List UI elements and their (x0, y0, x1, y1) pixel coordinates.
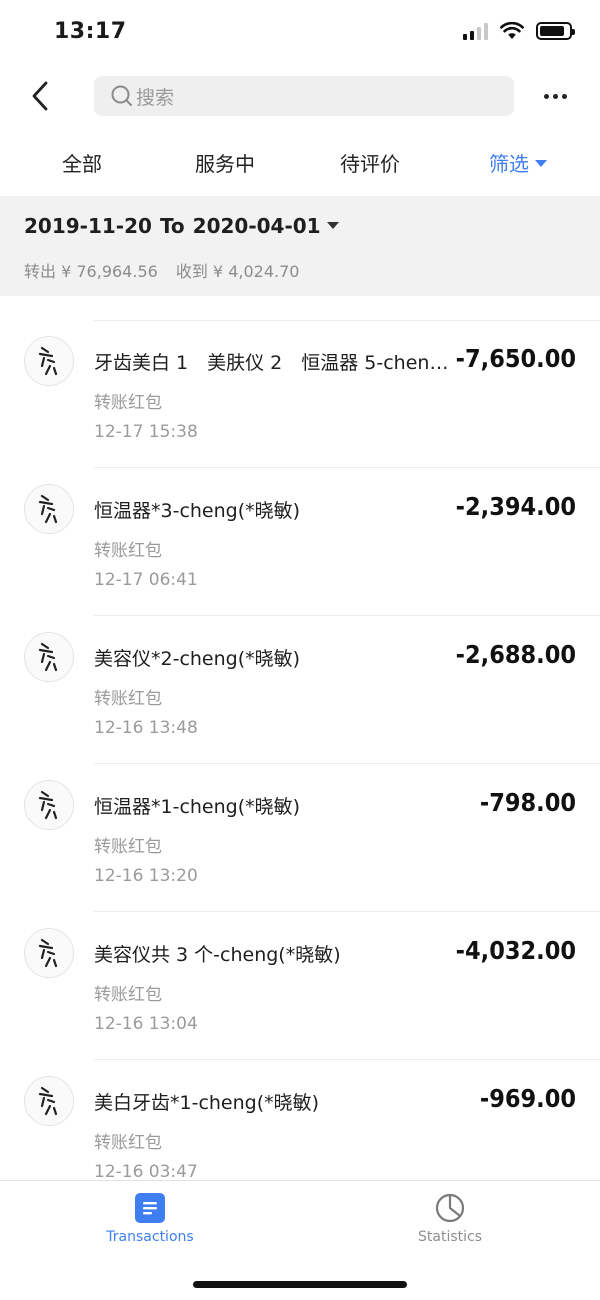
transaction-row[interactable]: 美白牙齿*1-cheng(*晓敏) 转账红包 12-16 03:47 -969.… (0, 1060, 600, 1180)
out-amount: ¥ 76,964.56 (61, 262, 158, 281)
transaction-row[interactable]: 牙齿美白 1 美肤仪 2 恒温器 5-cheng(*晓敏) 转账红包 12-17… (0, 320, 600, 468)
transaction-type: 转账红包 (94, 837, 162, 857)
in-amount: ¥ 4,024.70 (212, 262, 300, 281)
transaction-amount: -7,650.00 (455, 344, 576, 373)
avatar (24, 780, 74, 830)
in-label: 收到 (175, 262, 208, 281)
avatar (24, 632, 74, 682)
transaction-title: 美白牙齿*1-cheng(*晓敏) (94, 1092, 320, 1114)
status-icons (463, 22, 575, 40)
out-label: 转出 (24, 262, 57, 281)
tab-in-service[interactable]: 服务中 (195, 148, 255, 177)
tab-statistics-label: Statistics (418, 1229, 482, 1245)
search-placeholder: 搜索 (136, 86, 175, 109)
transactions-icon (135, 1193, 165, 1223)
caret-down-icon (535, 160, 547, 167)
status-bar: 13:17 (0, 0, 600, 64)
tab-transactions[interactable]: Transactions (75, 1193, 225, 1245)
chevron-left-icon (32, 81, 48, 111)
home-indicator (193, 1281, 407, 1288)
end-date: 2020-04-01 (192, 214, 321, 238)
start-date: 2019-11-20 (24, 214, 152, 238)
transaction-amount: -2,688.00 (455, 640, 576, 669)
tab-statistics[interactable]: Statistics (375, 1193, 525, 1245)
transaction-type: 转账红包 (94, 541, 162, 561)
transaction-title: 美容仪共 3 个-cheng(*晓敏) (94, 944, 341, 966)
transaction-time: 12-16 13:48 (94, 718, 198, 738)
tab-transactions-label: Transactions (106, 1229, 194, 1245)
transaction-title: 恒温器*1-cheng(*晓敏) (94, 796, 301, 818)
search-input[interactable]: 搜索 (94, 76, 514, 116)
caret-down-icon (326, 222, 339, 229)
summary-panel: 2019-11-20 To 2020-04-01 转出 ¥ 76,964.56 收到 … (0, 196, 600, 296)
status-time: 13:17 (54, 19, 127, 44)
transaction-time: 12-17 06:41 (94, 570, 198, 590)
transaction-row[interactable]: 恒温器*1-cheng(*晓敏) 转账红包 12-16 13:20 -798.0… (0, 764, 600, 912)
tab-all[interactable]: 全部 (62, 148, 102, 177)
battery-icon (536, 22, 575, 40)
more-horizontal-icon (543, 93, 549, 99)
tab-pending-review[interactable]: 待评价 (340, 148, 400, 177)
transaction-time: 12-16 13:04 (94, 1014, 198, 1034)
transaction-type: 转账红包 (94, 985, 162, 1005)
transaction-amount: -969.00 (479, 1084, 576, 1113)
transaction-row[interactable]: 恒温器*3-cheng(*晓敏) 转账红包 12-17 06:41 -2,394… (0, 468, 600, 616)
battery-level (540, 26, 564, 36)
transaction-list: 牙齿美白 1 美肤仪 2 恒温器 5-cheng(*晓敏) 转账红包 12-17… (0, 320, 600, 1180)
transaction-type: 转账红包 (94, 393, 162, 413)
tab-filter-label: 筛选 (489, 152, 529, 176)
tab-filter[interactable]: 筛选 (489, 148, 547, 177)
search-icon (111, 85, 132, 106)
transaction-row[interactable]: 美容仪共 3 个-cheng(*晓敏) 转账红包 12-16 13:04 -4,… (0, 912, 600, 1060)
transaction-time: 12-17 15:38 (94, 422, 198, 442)
transaction-title: 牙齿美白 1 美肤仪 2 恒温器 5-cheng(*晓敏) (94, 352, 452, 374)
totals: 转出 ¥ 76,964.56 收到 ¥ 4,024.70 (24, 258, 299, 282)
transaction-amount: -4,032.00 (455, 936, 576, 965)
back-button[interactable] (22, 78, 58, 114)
transaction-time: 12-16 13:20 (94, 866, 198, 886)
transaction-row[interactable]: 美容仪*2-cheng(*晓敏) 转账红包 12-16 13:48 -2,688… (0, 616, 600, 764)
avatar (24, 928, 74, 978)
transaction-type: 转账红包 (94, 1133, 162, 1153)
transaction-type: 转账红包 (94, 689, 162, 709)
avatar (24, 1076, 74, 1126)
more-button[interactable] (540, 84, 570, 108)
date-range-picker[interactable]: 2019-11-20 To 2020-04-01 (24, 214, 339, 238)
transaction-amount: -2,394.00 (455, 492, 576, 521)
wifi-icon (500, 22, 524, 39)
pie-chart-icon (435, 1193, 465, 1223)
nav-bar: 搜索 (0, 74, 600, 118)
avatar (24, 336, 74, 386)
transaction-title: 美容仪*2-cheng(*晓敏) (94, 648, 301, 670)
transaction-amount: -798.00 (479, 788, 576, 817)
transaction-title: 恒温器*3-cheng(*晓敏) (94, 500, 301, 522)
transaction-time: 12-16 03:47 (94, 1162, 198, 1180)
cellular-signal-icon (463, 22, 488, 40)
avatar (24, 484, 74, 534)
to-label: To (159, 214, 185, 238)
filter-tabs: 全部 服务中 待评价 筛选 (0, 140, 600, 186)
